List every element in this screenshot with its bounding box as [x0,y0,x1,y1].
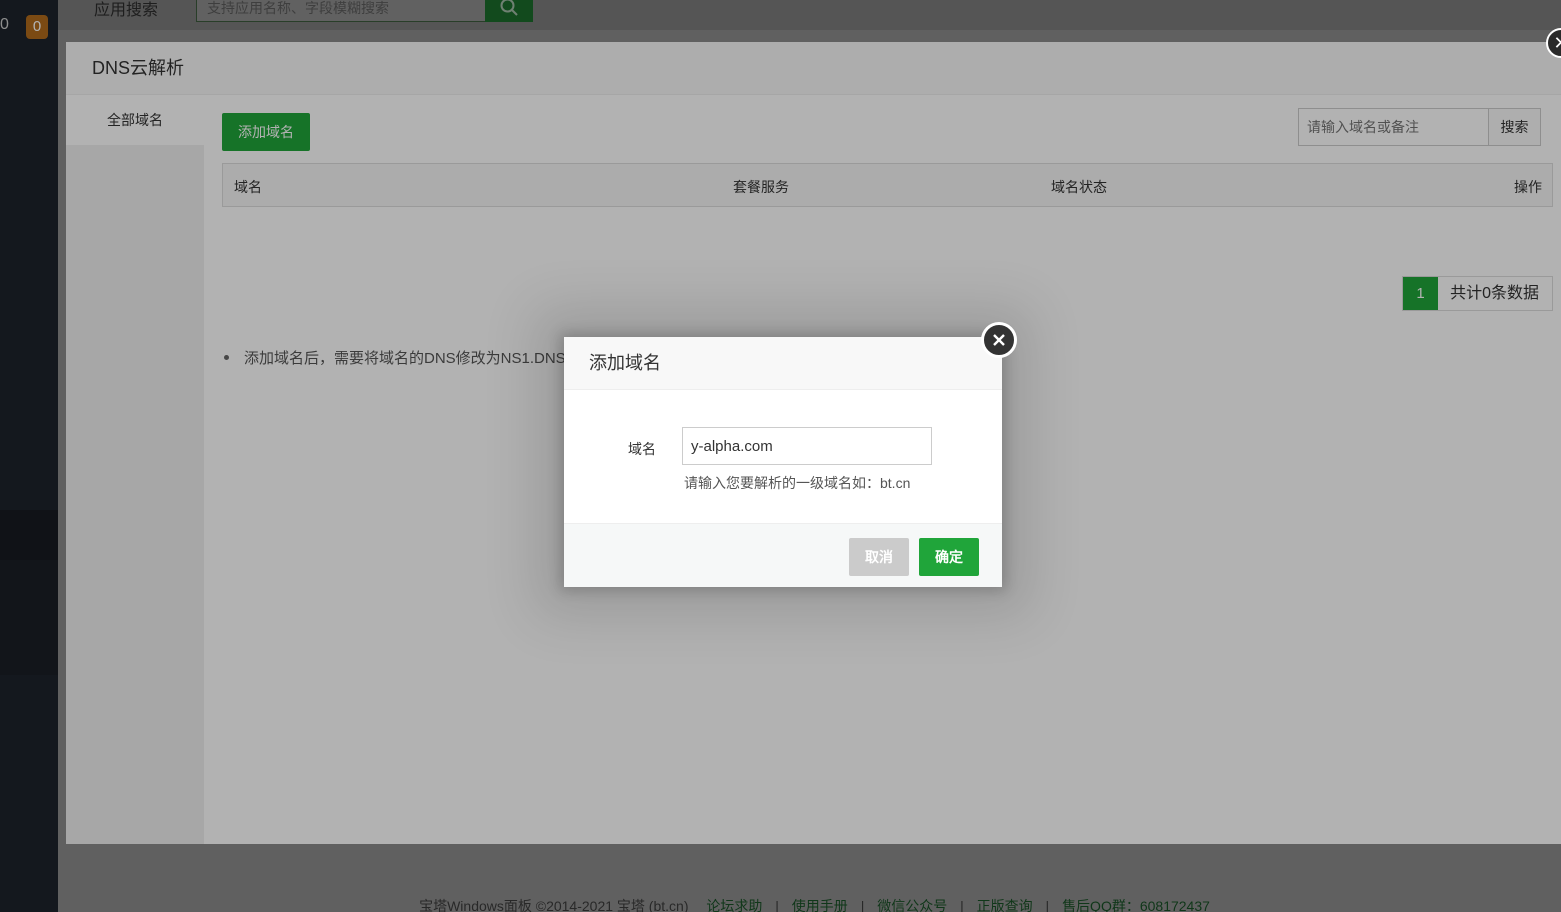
confirm-button[interactable]: 确定 [919,538,979,576]
close-icon [993,334,1005,346]
cancel-button[interactable]: 取消 [849,538,909,576]
close-icon: ✕ [1553,33,1561,53]
add-domain-dialog: 添加域名 域名 请输入您要解析的一级域名如：bt.cn 取消 确定 [564,337,1002,587]
dialog-close-button[interactable] [981,322,1017,358]
domain-field-hint: 请输入您要解析的一级域名如：bt.cn [684,475,911,491]
domain-field[interactable] [682,427,932,465]
domain-field-label: 域名 [628,441,656,457]
dialog-footer: 取消 确定 [564,523,1002,587]
dialog-title: 添加域名 [564,337,1002,390]
